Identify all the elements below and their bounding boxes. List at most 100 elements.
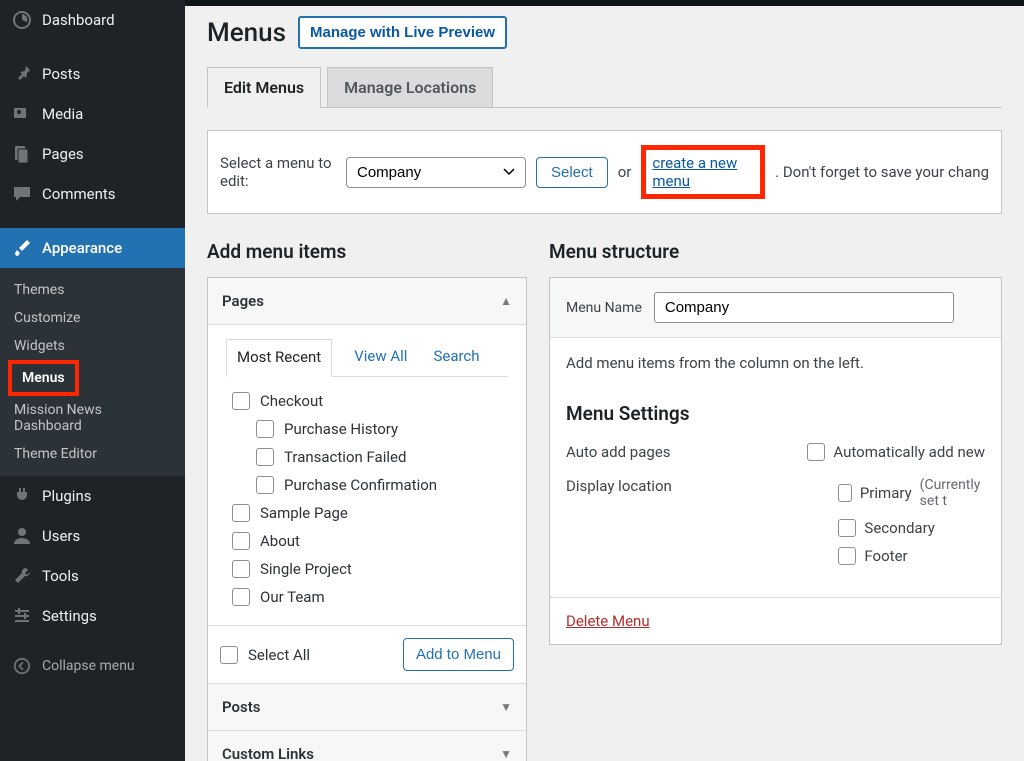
location-label: Secondary [864, 519, 934, 537]
page-checkbox[interactable] [256, 420, 274, 438]
sidebar-item-posts[interactable]: Posts [0, 54, 185, 94]
sidebar-item-media[interactable]: Media [0, 94, 185, 134]
sidebar-item-appearance[interactable]: Appearance [0, 228, 185, 268]
pin-icon [12, 64, 32, 84]
add-items-heading: Add menu items [207, 240, 527, 263]
sidebar-item-comments[interactable]: Comments [0, 174, 185, 214]
page-checkbox[interactable] [232, 560, 250, 578]
accordion-custom-links[interactable]: Custom Links ▼ [208, 730, 526, 761]
menu-structure-heading: Menu structure [549, 240, 1002, 263]
sidebar-sub-menus[interactable]: Menus [12, 364, 75, 392]
main-content: Menus Manage with Live Preview Edit Menu… [185, 0, 1024, 761]
menu-name-input[interactable] [654, 292, 954, 323]
sidebar-sub-themes[interactable]: Themes [0, 276, 185, 304]
sidebar-sub-customize[interactable]: Customize [0, 304, 185, 332]
sidebar-label: Pages [42, 145, 84, 163]
location-checkbox[interactable] [838, 484, 851, 502]
sidebar-item-settings[interactable]: Settings [0, 596, 185, 636]
accordion-posts[interactable]: Posts ▼ [208, 683, 526, 730]
menu-empty-hint: Add menu items from the column on the le… [566, 354, 985, 372]
location-checkbox[interactable] [838, 519, 856, 537]
tab-edit-menus[interactable]: Edit Menus [207, 67, 321, 108]
settings-icon [12, 606, 32, 626]
location-checkbox[interactable] [838, 547, 856, 565]
page-checkbox[interactable] [232, 504, 250, 522]
auto-add-label: Auto add pages [566, 443, 807, 461]
accordion-label: Posts [222, 698, 260, 716]
accordion-pages[interactable]: Pages ▲ [208, 278, 526, 324]
location-sublabel: (Currently set t [920, 477, 985, 509]
page-checkbox-item[interactable]: Checkout [232, 387, 516, 415]
page-checkbox-item[interactable]: Our Team [232, 583, 516, 611]
auto-add-text: Automatically add new [833, 443, 985, 461]
page-label: Purchase Confirmation [284, 476, 437, 494]
menu-settings-heading: Menu Settings [566, 402, 985, 425]
highlight-box-menus: Menus [8, 360, 79, 396]
page-checkbox-item[interactable]: Purchase History [232, 415, 516, 443]
add-to-menu-button[interactable]: Add to Menu [403, 638, 514, 671]
page-label: Purchase History [284, 420, 398, 438]
page-label: About [260, 532, 300, 550]
page-label: Sample Page [260, 504, 348, 522]
display-location-option[interactable]: Primary (Currently set t [838, 477, 985, 509]
sidebar-sub-widgets[interactable]: Widgets [0, 332, 185, 360]
select-label: Select a menu to edit: [220, 154, 336, 190]
or-text: or [618, 163, 632, 181]
select-button[interactable]: Select [536, 157, 608, 188]
user-icon [12, 526, 32, 546]
page-checkbox[interactable] [232, 392, 250, 410]
wrench-icon [12, 566, 32, 586]
auto-add-checkbox[interactable] [807, 443, 825, 461]
select-all-label: Select All [248, 646, 310, 664]
display-location-option[interactable]: Footer [838, 547, 985, 565]
sidebar-item-users[interactable]: Users [0, 516, 185, 556]
menu-name-label: Menu Name [566, 300, 642, 316]
page-title: Menus [207, 18, 286, 48]
page-checkbox[interactable] [256, 476, 274, 494]
sidebar-label: Appearance [42, 239, 122, 257]
sidebar-item-plugins[interactable]: Plugins [0, 476, 185, 516]
sidebar-label: Settings [42, 607, 97, 625]
accordion-panel: Pages ▲ Most Recent View All Search Chec… [207, 277, 527, 761]
page-label: Transaction Failed [284, 448, 406, 466]
subtab-recent[interactable]: Most Recent [226, 339, 332, 377]
create-new-menu-link[interactable]: create a new menu [652, 154, 737, 190]
save-hint: . Don't forget to save your chang [775, 163, 989, 181]
sidebar-item-tools[interactable]: Tools [0, 556, 185, 596]
display-location-options: Primary (Currently set t Secondary Footer [838, 477, 985, 565]
live-preview-button[interactable]: Manage with Live Preview [298, 16, 507, 49]
accordion-label: Pages [222, 292, 264, 310]
page-checkbox[interactable] [256, 448, 274, 466]
display-location-option[interactable]: Secondary [838, 519, 985, 537]
sidebar-sub-mission[interactable]: Mission News Dashboard [0, 396, 185, 440]
sidebar-label: Collapse menu [42, 658, 135, 674]
menu-select[interactable]: Company [346, 157, 526, 188]
sidebar-label: Comments [42, 185, 116, 203]
tab-manage-locations[interactable]: Manage Locations [327, 67, 493, 108]
menu-select-row: Select a menu to edit: Company Select or… [207, 130, 1002, 214]
page-list: Checkout Purchase History Transaction Fail… [218, 387, 516, 611]
delete-menu-link[interactable]: Delete Menu [566, 612, 650, 630]
caret-down-icon: ▼ [500, 747, 512, 761]
pages-panel-body: Most Recent View All Search Checkout Purc… [208, 324, 526, 625]
page-checkbox-item[interactable]: Sample Page [232, 499, 516, 527]
sidebar-item-dashboard[interactable]: Dashboard [0, 0, 185, 40]
page-checkbox-item[interactable]: Single Project [232, 555, 516, 583]
caret-up-icon: ▲ [500, 294, 512, 308]
subtab-search[interactable]: Search [429, 339, 483, 376]
subtab-view-all[interactable]: View All [350, 339, 411, 376]
sidebar-item-pages[interactable]: Pages [0, 134, 185, 174]
caret-down-icon: ▼ [500, 700, 512, 714]
page-checkbox-item[interactable]: Transaction Failed [232, 443, 516, 471]
page-label: Our Team [260, 588, 325, 606]
sidebar-sub-theme-editor[interactable]: Theme Editor [0, 440, 185, 468]
select-all-checkbox[interactable] [220, 646, 238, 664]
sidebar-label: Dashboard [42, 11, 115, 29]
sidebar-item-collapse[interactable]: Collapse menu [0, 646, 185, 686]
page-checkbox-item[interactable]: About [232, 527, 516, 555]
page-checkbox[interactable] [232, 588, 250, 606]
brush-icon [12, 238, 32, 258]
page-checkbox[interactable] [232, 532, 250, 550]
media-icon [12, 104, 32, 124]
page-checkbox-item[interactable]: Purchase Confirmation [232, 471, 516, 499]
